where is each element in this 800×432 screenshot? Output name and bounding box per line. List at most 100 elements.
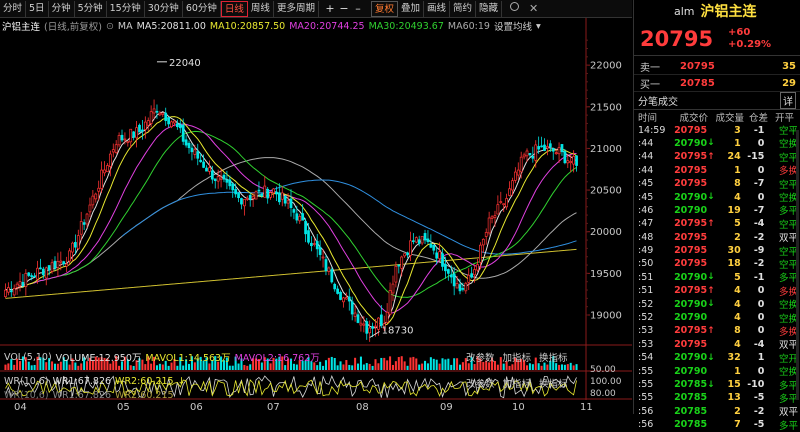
candle-body xyxy=(333,283,337,290)
volume-bar xyxy=(391,364,394,370)
ma-info-line: 沪铝主连 (日线,前复权) ⊙ MA MA5:20811.00 MA10:208… xyxy=(0,19,632,34)
volume-bar xyxy=(458,364,462,370)
candle-body xyxy=(141,129,144,132)
candle-body xyxy=(94,193,98,200)
ticks-list[interactable]: 14:59 20795 3 -1 空平:44 20790 ↓ 1 0 空换:44 20795 ↑ 24-… xyxy=(634,123,800,432)
wr-indicator-header: WR(10,6) WR1:67.826 WR2:60.215 ↓ xyxy=(4,376,186,387)
volume-value: VOLUME:12.950万 xyxy=(55,353,142,364)
tick-price: 20795 xyxy=(674,258,708,270)
add-indicator-button[interactable]: 加指标 xyxy=(503,376,532,390)
candle-body xyxy=(222,174,226,180)
volume-bar xyxy=(508,365,511,370)
swap-indicator-button[interactable]: 换指标 xyxy=(539,376,568,390)
volume-bar xyxy=(438,363,441,370)
x-tick-label: 09 xyxy=(440,402,453,413)
candle-body xyxy=(546,146,549,149)
ticks-scrollbar[interactable] xyxy=(796,130,799,400)
change-params-button[interactable]: 改参数 xyxy=(466,350,495,364)
detail-button[interactable]: 详 xyxy=(780,92,796,109)
candle-body xyxy=(563,151,567,164)
candle-body xyxy=(476,264,479,271)
candle-body xyxy=(269,192,272,198)
candle-body xyxy=(286,200,290,204)
tick-price: 20795 xyxy=(674,245,708,257)
tick-row: :48 20795 2 -2 双平 xyxy=(634,231,800,245)
volume-bar xyxy=(386,360,389,370)
tick-volume: 8 xyxy=(734,325,741,337)
volume-bar xyxy=(558,364,561,370)
volume-bar xyxy=(345,360,348,370)
candle-body xyxy=(199,159,203,163)
tick-volume: 2 xyxy=(734,231,741,243)
volume-bar xyxy=(453,358,456,370)
ticks-columns: 时间 成交价 成交量 仓差 开平 xyxy=(634,110,800,124)
volume-bar xyxy=(566,364,569,370)
volume-bar xyxy=(269,363,272,370)
candle-body xyxy=(557,147,561,155)
tick-price: 20795 xyxy=(674,178,708,190)
tick-time: :52 xyxy=(638,312,654,324)
swap-indicator-button[interactable]: 换指标 xyxy=(539,350,568,364)
ticks-title: 分笔成交 xyxy=(638,97,678,108)
volume-bar xyxy=(412,356,415,370)
wr-indicator-header-2: WR(10,6) WR1:67.826 WR2:60.215 xyxy=(4,390,174,401)
wr-axis-bottom: 80.00 xyxy=(590,389,616,399)
tick-oi-change: 0 xyxy=(757,137,765,149)
candle-body xyxy=(417,239,421,244)
volume-bar xyxy=(496,364,499,370)
candle-body xyxy=(444,264,447,272)
volume-bar xyxy=(322,365,325,370)
volume-bar xyxy=(33,364,36,370)
candle-body xyxy=(44,267,48,279)
ma30-value: MA30:20493.67 xyxy=(368,20,444,32)
candle-body xyxy=(379,314,383,326)
candle-body xyxy=(572,156,575,165)
tick-oi-change: -1 xyxy=(753,271,765,283)
wr-axis-top: 100.00 xyxy=(590,377,622,387)
ticks-header: 分笔成交 详 xyxy=(634,92,800,110)
x-tick-label: 07 xyxy=(267,402,280,413)
chevron-down-icon[interactable]: ▾ xyxy=(536,21,541,32)
change-params-button[interactable]: 改参数 xyxy=(466,376,495,390)
candle-body xyxy=(330,269,334,283)
add-indicator-button[interactable]: 加指标 xyxy=(503,350,532,364)
volume-bar xyxy=(348,364,351,370)
candle-body xyxy=(251,196,255,199)
volume-bar xyxy=(563,364,566,370)
tick-price: 20790 xyxy=(674,137,708,149)
candle-body xyxy=(342,297,345,303)
candle-body xyxy=(534,144,538,161)
tick-type: 多平 xyxy=(778,206,798,218)
volume-bar xyxy=(330,356,333,370)
ma5-line xyxy=(5,111,577,329)
tick-volume: 4 xyxy=(734,285,741,297)
tick-time: :44 xyxy=(638,151,654,163)
y-tick-label: 20000 xyxy=(590,227,622,238)
tick-row: :45 20790 ↓ 4 0 空换 xyxy=(634,190,800,205)
tick-oi-change: -7 xyxy=(753,204,765,216)
volume-bar xyxy=(546,364,549,370)
candle-body xyxy=(531,155,535,159)
candle-body xyxy=(219,177,223,180)
ma-setting-link[interactable]: 设置均线 xyxy=(494,19,532,33)
tick-volume: 2 xyxy=(734,405,741,417)
tick-time: :44 xyxy=(638,137,654,149)
candle-body xyxy=(85,213,89,225)
volume-bar xyxy=(342,364,345,370)
candle-body xyxy=(190,147,194,153)
candle-body xyxy=(208,167,211,172)
candle-body xyxy=(414,237,418,243)
wr2-value: WR2:60.215 xyxy=(115,376,174,387)
tick-oi-change: -15 xyxy=(747,151,765,163)
candle-body xyxy=(511,180,514,191)
x-tick-label: 10 xyxy=(512,402,525,413)
volume-bar xyxy=(161,364,164,370)
wr-label: WR(10,6) xyxy=(4,376,49,387)
candle-body xyxy=(324,259,328,272)
tick-row: :52 20790 4 0 空换 xyxy=(634,311,800,325)
candle-body xyxy=(254,191,258,200)
tick-price: 20790 xyxy=(674,352,708,364)
candle-body xyxy=(566,160,570,164)
candle-body xyxy=(441,253,444,267)
candle-body xyxy=(234,189,238,195)
